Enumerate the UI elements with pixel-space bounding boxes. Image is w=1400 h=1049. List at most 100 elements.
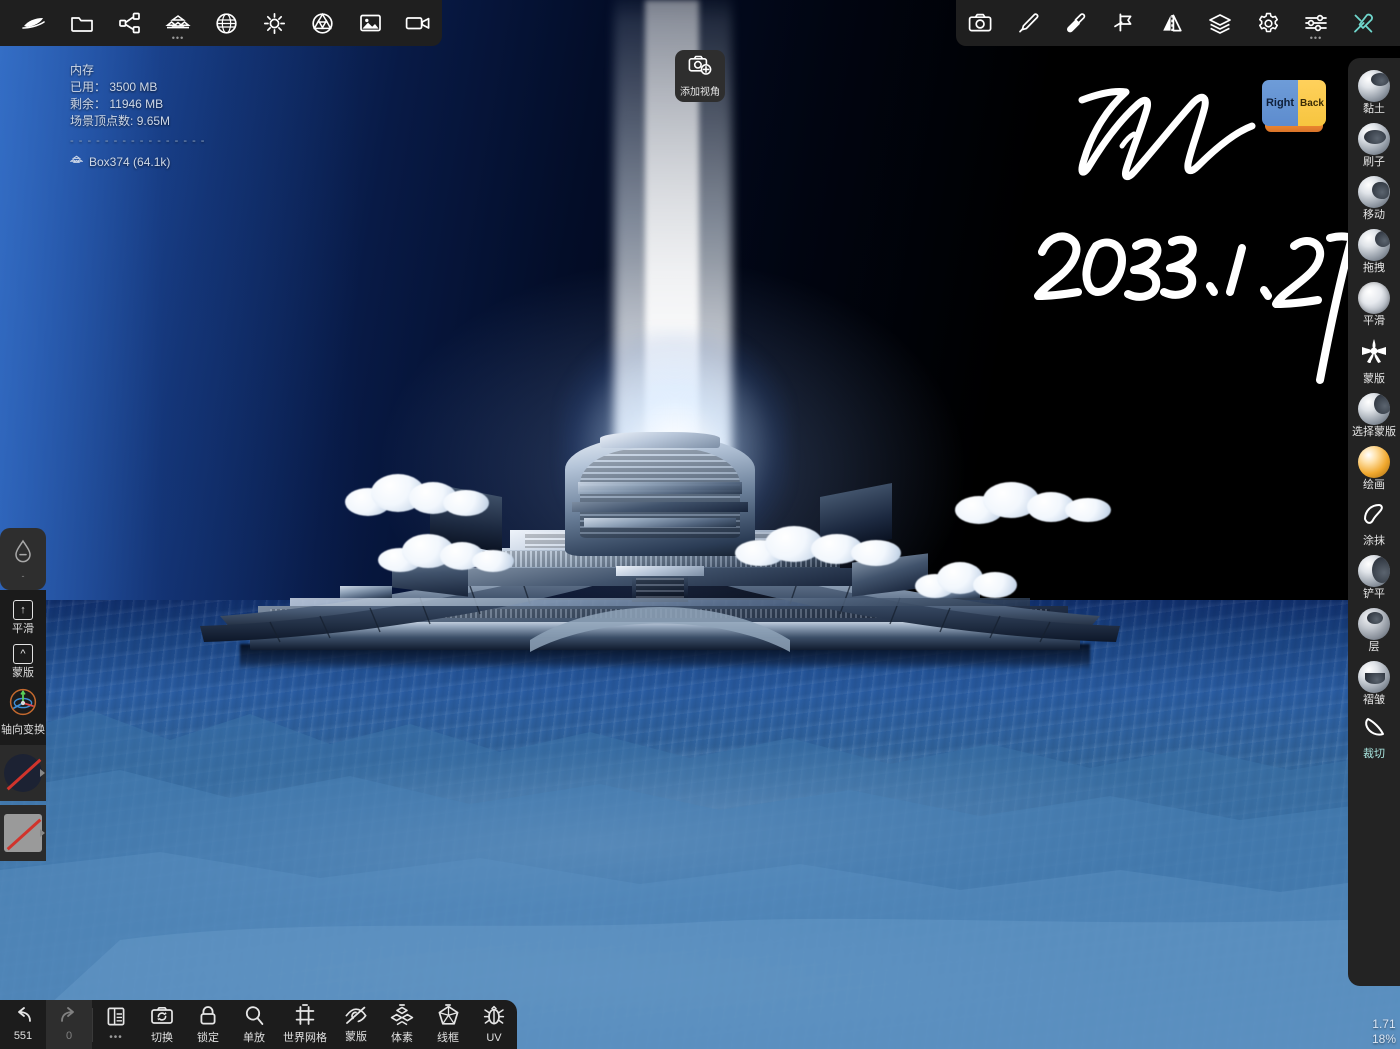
tool-crease[interactable]: 褶皱 bbox=[1348, 657, 1400, 710]
primitives-more-dots: ••• bbox=[172, 35, 184, 41]
tool-smooth[interactable]: 平滑 bbox=[1348, 278, 1400, 331]
solo-button[interactable]: 单放 bbox=[231, 1000, 277, 1049]
image-icon[interactable] bbox=[346, 0, 394, 46]
tool-smooth-label: 平滑 bbox=[1363, 315, 1385, 328]
viewport-stats-readout: 1.71 18% bbox=[1372, 1017, 1396, 1047]
memory-used-value: 3500 MB bbox=[109, 80, 157, 94]
brush-icon[interactable] bbox=[1004, 0, 1052, 46]
light-sun-icon[interactable] bbox=[250, 0, 298, 46]
switch-label: 切换 bbox=[151, 1032, 173, 1044]
tool-smudge[interactable]: 涂抹 bbox=[1348, 495, 1400, 551]
redo-arrow-icon bbox=[58, 1007, 80, 1029]
object-name-label: Box374 (64.1k) bbox=[89, 154, 170, 171]
world-grid-active-tick bbox=[302, 1004, 308, 1006]
gear-icon[interactable] bbox=[1244, 0, 1292, 46]
sidebar-item-axis-transform[interactable]: 轴向变换 bbox=[0, 684, 46, 741]
mirror-icon[interactable] bbox=[1148, 0, 1196, 46]
trim-tool-icon bbox=[1359, 714, 1389, 747]
tool-clay[interactable]: 黏土 bbox=[1348, 66, 1400, 119]
share-nodes-icon[interactable] bbox=[106, 0, 154, 46]
tool-brush-label: 刷子 bbox=[1363, 156, 1385, 169]
uv-bug-icon bbox=[483, 1005, 505, 1031]
memory-used-label: 已用： bbox=[70, 80, 106, 94]
tool-crease-label: 褶皱 bbox=[1363, 694, 1385, 707]
wireframe-button[interactable]: 线框 bbox=[425, 1000, 471, 1049]
brush-strength-value: - bbox=[22, 571, 25, 581]
scene-verts-row: 场景顶点数: 9.65M bbox=[70, 113, 205, 130]
video-camera-icon[interactable] bbox=[394, 0, 442, 46]
tool-layer[interactable]: 层 bbox=[1348, 604, 1400, 657]
bottom-toolbar: 551 0 ••• bbox=[0, 1000, 517, 1049]
memory-free-row: 剩余： 11946 MB bbox=[70, 96, 205, 113]
paint-bucket-icon[interactable] bbox=[1052, 0, 1100, 46]
tool-move[interactable]: 移动 bbox=[1348, 172, 1400, 225]
sidebar-item-smooth-label: 平滑 bbox=[12, 623, 34, 635]
undo-count-label: 551 bbox=[14, 1030, 32, 1042]
magnifier-icon bbox=[244, 1005, 265, 1031]
view-cube-face-right[interactable]: Right bbox=[1262, 80, 1298, 126]
add-view-button[interactable]: 添加视角 bbox=[675, 50, 725, 102]
lock-label: 锁定 bbox=[197, 1032, 219, 1044]
sidebar-item-smooth[interactable]: ↑ 平滑 bbox=[0, 596, 46, 640]
stamp-flag-icon[interactable] bbox=[1100, 0, 1148, 46]
tool-move-label: 移动 bbox=[1363, 209, 1385, 222]
object-list-row[interactable]: Box374 (64.1k) bbox=[70, 154, 205, 171]
sidebar-item-axis-transform-label: 轴向变换 bbox=[1, 724, 45, 736]
arrow-up-box-icon: ↑ bbox=[13, 600, 33, 620]
mask-tool-icon bbox=[1358, 335, 1390, 372]
camera-icon[interactable] bbox=[956, 0, 1004, 46]
sidebar-item-mask[interactable]: ^ 蒙版 bbox=[0, 640, 46, 684]
sliders-icon[interactable]: ••• bbox=[1292, 0, 1340, 46]
switch-button[interactable]: 切换 bbox=[139, 1000, 185, 1049]
tool-flatten[interactable]: 铲平 bbox=[1348, 551, 1400, 604]
aperture-icon[interactable] bbox=[298, 0, 346, 46]
sphere-grid-icon[interactable] bbox=[202, 0, 250, 46]
eye-off-icon bbox=[344, 1006, 368, 1030]
foreground-terrain bbox=[0, 640, 1400, 1049]
tool-paint[interactable]: 绘画 bbox=[1348, 442, 1400, 495]
world-grid-button[interactable]: 世界网格 bbox=[277, 1000, 333, 1049]
uv-button[interactable]: UV bbox=[471, 1000, 517, 1049]
layers-icon[interactable] bbox=[1196, 0, 1244, 46]
undo-button[interactable]: 551 bbox=[0, 1000, 46, 1049]
right-sidebar-tools: 黏土 刷子 移动 拖拽 平滑 bbox=[1348, 58, 1400, 986]
world-grid-label: 世界网格 bbox=[283, 1032, 327, 1044]
wireframe-polygon-icon bbox=[437, 1005, 460, 1031]
folder-icon[interactable] bbox=[58, 0, 106, 46]
tool-trim[interactable]: 裁切 bbox=[1348, 710, 1400, 764]
brush-strength-card[interactable]: - bbox=[0, 528, 46, 590]
list-menu-button[interactable]: ••• bbox=[93, 1000, 139, 1049]
voxel-label: 体素 bbox=[391, 1032, 413, 1044]
voxel-cubes-icon bbox=[390, 1005, 414, 1031]
viewport-3d-scene[interactable] bbox=[0, 0, 1400, 1049]
app-logo-icon[interactable] bbox=[10, 0, 58, 46]
view-cube-face-back[interactable]: Back bbox=[1298, 80, 1326, 126]
texture-swatch[interactable] bbox=[0, 805, 46, 861]
redo-button[interactable]: 0 bbox=[46, 1000, 92, 1049]
undo-arrow-icon bbox=[12, 1007, 34, 1029]
mesh-object-icon bbox=[70, 154, 83, 171]
smooth-tool-icon bbox=[1358, 282, 1390, 314]
primitives-icon[interactable]: ••• bbox=[154, 0, 202, 46]
voxel-button[interactable]: 体素 bbox=[379, 1000, 425, 1049]
view-orientation-cube[interactable]: Right Back bbox=[1262, 80, 1326, 132]
camera-plus-icon bbox=[688, 55, 712, 80]
smudge-tool-icon bbox=[1359, 499, 1389, 534]
solo-label: 单放 bbox=[243, 1032, 265, 1044]
texture-expand-arrow-icon[interactable] bbox=[40, 829, 45, 837]
falloff-swatch[interactable] bbox=[0, 745, 46, 801]
tool-select-mask[interactable]: 选择蒙版 bbox=[1348, 389, 1400, 442]
tool-paint-label: 绘画 bbox=[1363, 479, 1385, 492]
move-tool-icon bbox=[1358, 176, 1390, 208]
tool-drag[interactable]: 拖拽 bbox=[1348, 225, 1400, 278]
lock-button[interactable]: 锁定 bbox=[185, 1000, 231, 1049]
camera-switch-icon bbox=[150, 1006, 174, 1031]
mask-visibility-button[interactable]: 蒙版 bbox=[333, 1000, 379, 1049]
cloud-4 bbox=[955, 480, 1115, 526]
tool-mask[interactable]: 蒙版 bbox=[1348, 331, 1400, 389]
falloff-expand-arrow-icon[interactable] bbox=[40, 769, 45, 777]
app-root: 内存 已用： 3500 MB 剩余： 11946 MB 场景顶点数: 9.65M… bbox=[0, 0, 1400, 1049]
tool-brush[interactable]: 刷子 bbox=[1348, 119, 1400, 172]
paint-tool-icon bbox=[1358, 446, 1390, 478]
tools-wrench-icon[interactable] bbox=[1340, 0, 1388, 46]
